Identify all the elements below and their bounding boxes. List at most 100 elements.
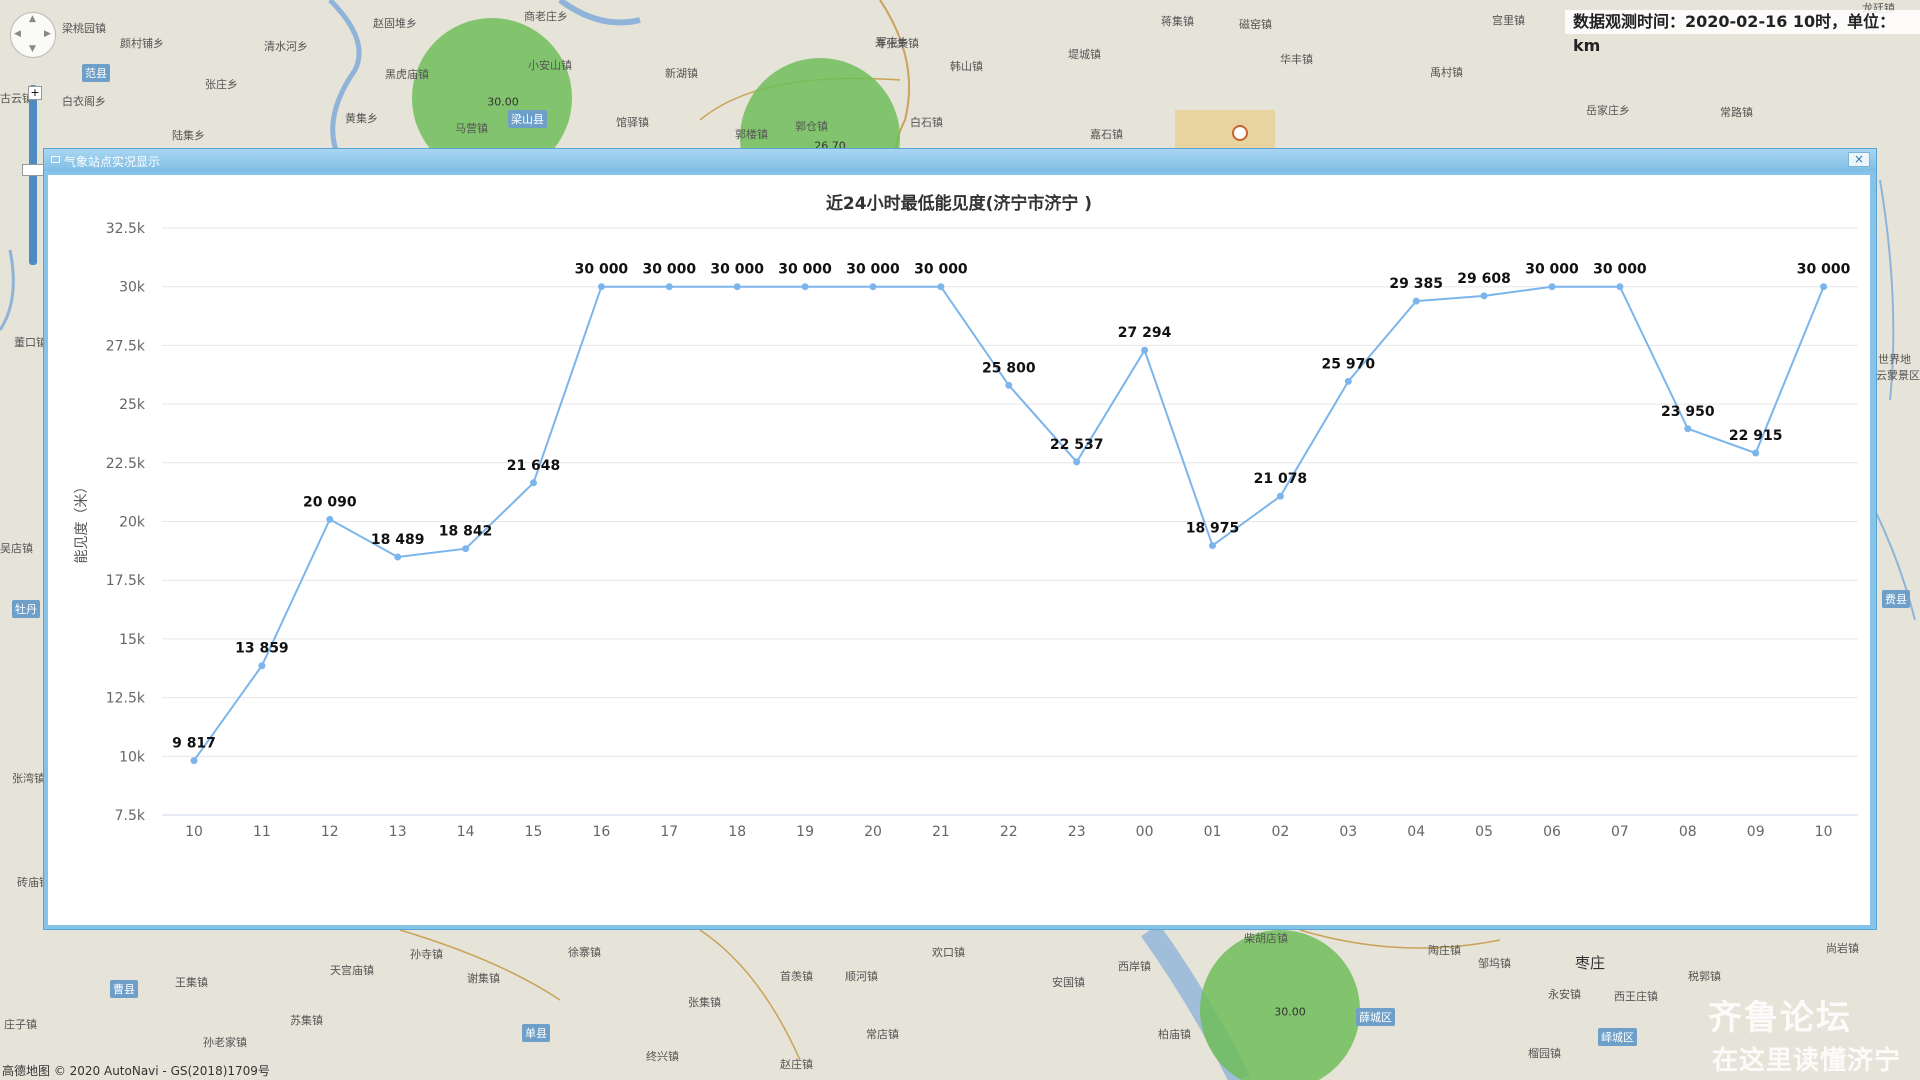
x-tick-label: 04: [1407, 824, 1425, 840]
map-place-label: 颜村铺乡: [120, 37, 164, 50]
data-label: 9 817: [172, 736, 216, 752]
map-place-label: 孙老家镇: [203, 1036, 247, 1049]
data-point: [1209, 542, 1216, 550]
map-city-label: 枣庄: [1575, 954, 1606, 972]
map-place-label: 张集镇: [688, 996, 721, 1009]
close-button[interactable]: ×: [1848, 152, 1870, 167]
map-place-label: 新湖镇: [665, 67, 698, 80]
map-county-label: 梁山县: [508, 110, 547, 128]
data-label: 18 842: [439, 524, 493, 540]
map-place-label: 税郭镇: [1688, 970, 1721, 983]
map-place-label: 军屯乡: [876, 36, 909, 49]
data-label: 30 000: [846, 262, 900, 278]
data-label: 23 950: [1661, 404, 1715, 420]
map-county-label: 牡丹: [12, 600, 40, 618]
data-point: [1480, 292, 1488, 300]
map-place-label: 岳家庄乡: [1586, 104, 1630, 117]
data-point: [1412, 297, 1420, 305]
map-place-label: 陶庄镇: [1428, 944, 1461, 957]
data-label: 18 975: [1186, 521, 1240, 537]
x-tick-label: 21: [932, 824, 950, 840]
pan-control[interactable]: ▲ ▼ ◀ ▶: [10, 12, 56, 58]
map-place-label: 终兴镇: [646, 1050, 679, 1063]
x-tick-label: 08: [1679, 824, 1697, 840]
data-label: 20 090: [303, 494, 357, 510]
data-label: 25 800: [982, 360, 1036, 376]
data-point: [869, 283, 877, 291]
map-place-label: 柴胡店镇: [1244, 932, 1288, 945]
data-label: 29 385: [1389, 276, 1443, 292]
map-place-label: 西王庄镇: [1614, 990, 1658, 1003]
data-point: [733, 283, 741, 291]
visibility-line-chart: 7.5k 10k 12.5k 15k 17.5k 20k 22.5k 25k 27.5k 30k 3…: [74, 221, 1858, 840]
y-tick-label: 27.5k: [106, 338, 146, 354]
y-tick-label: 32.5k: [106, 221, 146, 237]
map-place-label: 宫里镇: [1492, 14, 1525, 27]
map-place-label: 白衣阁乡: [62, 95, 106, 108]
popup-titlebar[interactable]: 气象站点实况显示 ×: [44, 149, 1876, 171]
popup-body: 近24小时最低能见度(济宁市济宁 ) 7.5k 10k 12.5k 15k 17.5k 2…: [48, 175, 1870, 925]
map-place-label: 磁窑镇: [1239, 18, 1272, 31]
map-place-label: 馆驿镇: [616, 116, 649, 129]
data-label: 30 000: [643, 262, 697, 278]
map-place-label: 常路镇: [1720, 106, 1753, 119]
data-point: [1548, 283, 1556, 291]
map-place-label: 蒋集镇: [1161, 15, 1194, 28]
map-place-label: 黄集乡: [345, 112, 378, 125]
x-tick-label: 06: [1543, 824, 1561, 840]
data-point: [1616, 283, 1624, 291]
data-point: [530, 479, 537, 487]
map-place-label: 小安山镇: [528, 59, 572, 72]
y-axis-title: 能见度（米）: [74, 480, 90, 564]
map-place-label: 赵庄镇: [780, 1058, 813, 1071]
map-place-label: 王集镇: [175, 976, 208, 989]
map-place-label: 苏集镇: [290, 1014, 323, 1027]
data-label: 30 000: [778, 262, 832, 278]
x-tick-label: 19: [796, 824, 814, 840]
map-place-label: 黑虎庙镇: [385, 68, 429, 81]
map-place-label: 商老庄乡: [524, 10, 568, 23]
map-place-label: 韩山镇: [950, 60, 983, 73]
data-point: [1820, 283, 1828, 291]
data-label: 25 970: [1322, 356, 1376, 372]
x-tick-label: 16: [592, 824, 610, 840]
data-label: 30 000: [914, 262, 968, 278]
data-label: 22 537: [1050, 437, 1104, 453]
map-place-label: 永安镇: [1548, 988, 1581, 1001]
x-tick-label: 14: [457, 824, 475, 840]
watermark: 齐鲁论坛: [1708, 998, 1852, 1038]
y-tick-label: 7.5k: [115, 808, 146, 824]
data-label: 13 859: [235, 641, 289, 657]
data-label: 30 000: [710, 262, 764, 278]
map-county-label: 费县: [1882, 590, 1910, 608]
map-county-label: 峄城区: [1598, 1028, 1637, 1046]
zoom-in-button[interactable]: +: [28, 86, 42, 100]
x-tick-label: 18: [728, 824, 746, 840]
map-place-label: 嘉石镇: [1090, 128, 1123, 141]
circle-value: 30.00: [487, 95, 519, 109]
y-tick-label: 10k: [119, 749, 146, 765]
data-point: [394, 553, 402, 561]
data-point: [258, 662, 266, 670]
map-place-label: 郭仓镇: [795, 120, 828, 133]
map-place-label: 孙寺镇: [410, 948, 443, 961]
map-place-label: 欢口镇: [932, 946, 965, 959]
map-place-label: 云蒙景区: [1876, 369, 1920, 382]
x-tick-label: 11: [253, 824, 271, 840]
data-point: [1344, 377, 1352, 385]
popup-title: 气象站点实况显示: [64, 155, 161, 169]
map-place-label: 徐寨镇: [568, 946, 601, 959]
x-tick-label: 02: [1271, 824, 1289, 840]
map-place-label: 堤城镇: [1068, 48, 1101, 61]
y-tick-label: 15k: [119, 632, 146, 648]
x-tick-label: 15: [525, 824, 543, 840]
x-tick-label: 13: [389, 824, 407, 840]
map-navigation-control[interactable]: ▲ ▼ ◀ ▶: [10, 12, 58, 58]
y-tick-label: 25k: [119, 397, 146, 413]
map-place-label: 马营镇: [455, 122, 488, 135]
station-popup-window: 气象站点实况显示 × 近24小时最低能见度(济宁市济宁 ) 7.5k 10k 12.…: [43, 148, 1877, 930]
watermark-subtitle: 在这里读懂济宁: [1712, 1046, 1902, 1076]
data-point: [1684, 425, 1692, 433]
data-point: [665, 283, 673, 291]
x-tick-label: 10: [185, 824, 203, 840]
